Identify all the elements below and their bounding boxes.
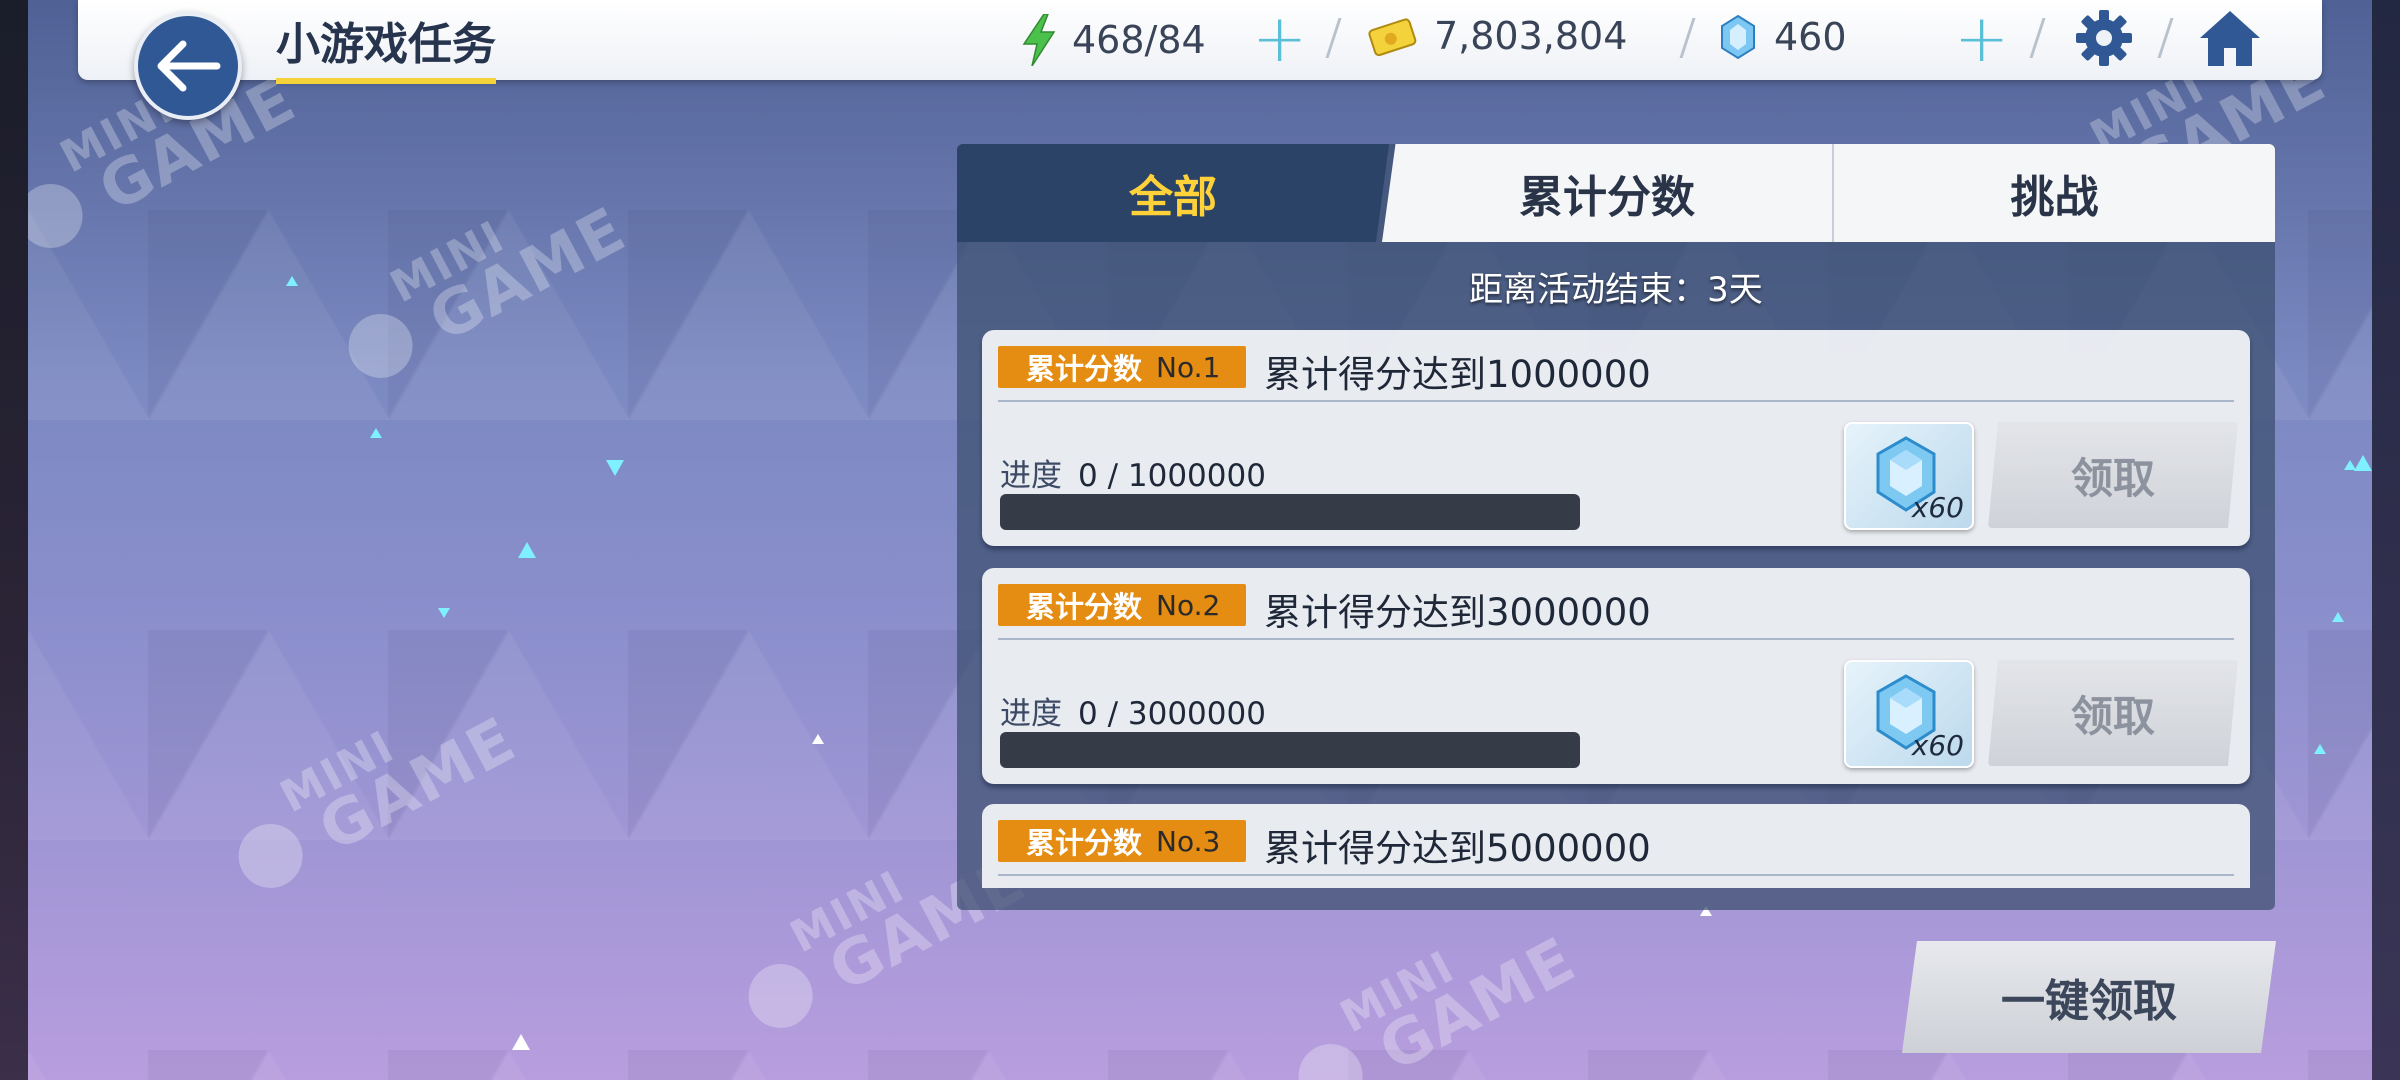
progress-bar	[1000, 494, 1580, 530]
task-tag: 累计分数 No.3	[998, 820, 1246, 862]
progress-text: 进度 0 / 1000000	[1000, 450, 1266, 495]
task-tag-label: 累计分数	[1026, 590, 1143, 624]
task-tag: 累计分数 No.1	[998, 346, 1246, 388]
task-tag-label: 累计分数	[1026, 352, 1143, 386]
claim-button[interactable]: 领取	[1988, 660, 2238, 766]
sparkle	[606, 460, 624, 476]
tab-challenge[interactable]: 挑战	[1832, 144, 2275, 242]
tab-bar: 全部 累计分数 挑战	[957, 144, 2275, 242]
left-letterbox	[0, 0, 28, 1080]
task-panel: 全部 累计分数 挑战 距离活动结束：3天 累计分数 No.1 累计得分达到100…	[957, 144, 2275, 910]
reward-quantity: x60	[1911, 729, 1964, 762]
task-card: 累计分数 No.1 累计得分达到1000000 进度 0 / 1000000 x6…	[982, 330, 2250, 546]
task-number: No.2	[1156, 588, 1221, 622]
task-number: No.3	[1156, 824, 1221, 858]
sparkle	[370, 428, 382, 438]
stamina-value: 468/84	[1072, 18, 1206, 62]
sparkle	[812, 734, 824, 744]
coin-value: 7,803,804	[1434, 14, 1628, 58]
crystal-counter: 460	[1718, 14, 1847, 60]
claim-button[interactable]: 领取	[1988, 422, 2238, 528]
coin-counter: 7,803,804	[1368, 14, 1627, 58]
sparkle	[2354, 455, 2372, 471]
task-divider	[998, 638, 2234, 640]
home-icon	[2200, 11, 2260, 66]
back-button[interactable]	[134, 12, 242, 120]
lightning-icon	[1022, 14, 1056, 66]
task-divider	[998, 400, 2234, 402]
settings-button[interactable]	[2074, 8, 2134, 72]
divider	[1325, 18, 1342, 58]
tab-cumulative-score[interactable]: 累计分数	[1382, 144, 1832, 242]
task-card: 累计分数 No.2 累计得分达到3000000 进度 0 / 3000000 x6…	[982, 568, 2250, 784]
right-letterbox	[2372, 0, 2400, 1080]
stamina-counter: 468/84	[1022, 14, 1206, 66]
progress-value: 0 / 3000000	[1078, 696, 1266, 732]
home-button[interactable]	[2198, 8, 2262, 74]
task-tag: 累计分数 No.2	[998, 584, 1246, 626]
progress-label: 进度	[1000, 696, 1062, 732]
event-countdown: 距离活动结束：3天	[1469, 270, 1763, 310]
sparkle	[518, 542, 536, 558]
claim-all-button[interactable]: 一键领取	[1902, 941, 2276, 1053]
progress-value: 0 / 1000000	[1078, 458, 1266, 494]
crystal-icon	[1721, 14, 1755, 60]
progress-text: 进度 0 / 3000000	[1000, 688, 1266, 733]
coin-card-icon	[1368, 18, 1417, 56]
divider	[1679, 18, 1696, 58]
sparkle	[2314, 744, 2326, 754]
sparkle	[438, 608, 450, 618]
sparkle	[2332, 612, 2344, 622]
task-title: 累计得分达到5000000	[1264, 827, 1651, 870]
sparkle	[286, 276, 298, 286]
task-title: 累计得分达到3000000	[1264, 591, 1651, 634]
task-title: 累计得分达到1000000	[1264, 353, 1651, 396]
back-arrow-icon	[157, 40, 221, 92]
task-number: No.1	[1156, 350, 1221, 384]
reward-quantity: x60	[1911, 491, 1964, 524]
crystal-value: 460	[1774, 15, 1847, 59]
page-title: 小游戏任务	[276, 8, 496, 84]
divider	[2157, 18, 2174, 58]
sparkle	[512, 1034, 530, 1050]
task-card: 累计分数 No.3 累计得分达到5000000	[982, 804, 2250, 888]
progress-label: 进度	[1000, 458, 1062, 494]
reward-item[interactable]: x60	[1844, 660, 1974, 768]
add-stamina-button[interactable]: +	[1252, 6, 1307, 72]
task-divider	[998, 874, 2234, 876]
progress-bar	[1000, 732, 1580, 768]
tab-all[interactable]: 全部	[957, 144, 1389, 242]
reward-item[interactable]: x60	[1844, 422, 1974, 530]
add-crystal-button[interactable]: +	[1954, 6, 2009, 72]
task-tag-label: 累计分数	[1026, 826, 1143, 860]
divider	[2029, 18, 2046, 58]
gear-icon	[2076, 10, 2132, 66]
